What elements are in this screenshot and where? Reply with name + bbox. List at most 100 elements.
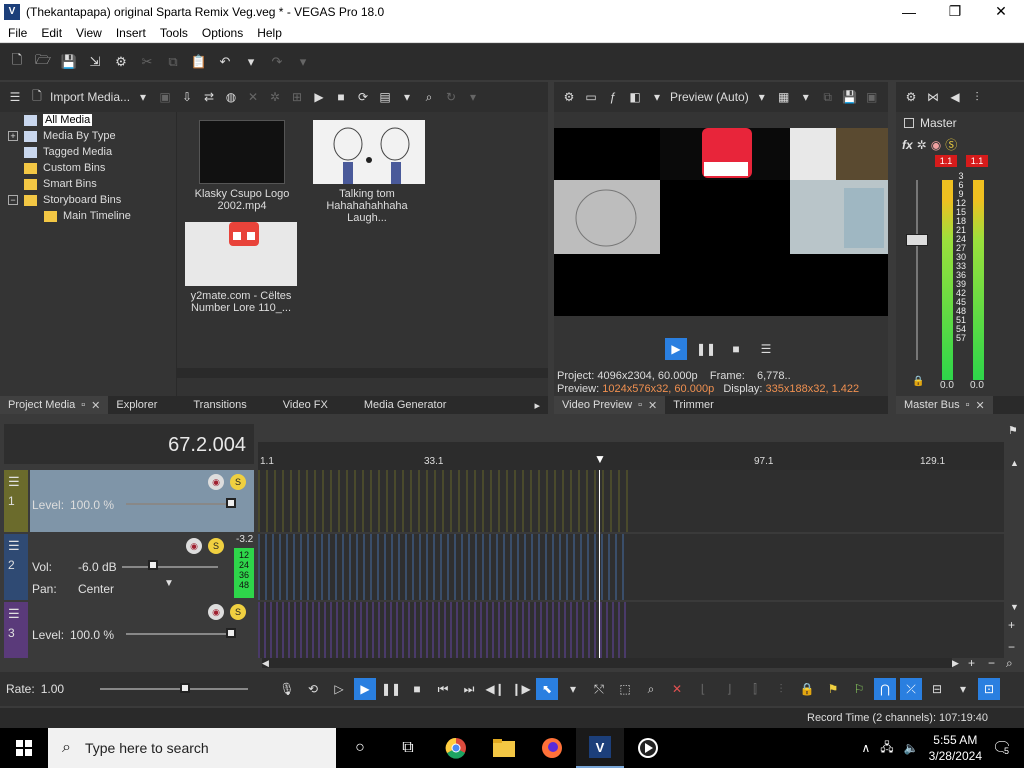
track-1-lane[interactable] <box>258 470 1004 532</box>
tree-item-media-by-type[interactable]: + Media By Type <box>8 128 168 144</box>
undo-icon[interactable]: ↶ <box>214 51 236 73</box>
tab-video-preview[interactable]: Video Preview ▫ ✕ <box>554 396 666 414</box>
media-item[interactable]: y2mate.com - Cëltes Number Lore 110_... <box>185 222 301 314</box>
stop-icon[interactable]: ■ <box>725 338 747 360</box>
playhead-marker-icon[interactable]: ▼ <box>594 452 606 466</box>
undo-dropdown-icon[interactable]: ▾ <box>240 51 262 73</box>
zoom-out-horizontal-icon[interactable]: − <box>988 656 995 670</box>
next-frame-icon[interactable]: ❙▶ <box>510 678 532 700</box>
delete-icon[interactable]: ✕ <box>666 678 688 700</box>
overlays-dropdown-icon[interactable]: ▾ <box>797 88 815 106</box>
taskbar-search-box[interactable]: ⌕ Type here to search <box>48 728 336 768</box>
speaker-icon[interactable]: ◀ <box>946 88 964 106</box>
expand-plus-icon[interactable]: + <box>8 131 18 141</box>
fx-label[interactable]: fx <box>902 138 913 152</box>
scroll-left-icon[interactable]: ◀ <box>262 658 269 669</box>
track-1-clips[interactable] <box>258 470 628 532</box>
lock-envelopes-icon[interactable]: ⊡ <box>978 678 1001 700</box>
preview-quality-select[interactable]: Preview (Auto) <box>670 90 749 104</box>
overlays-grid-icon[interactable]: ▦ <box>775 88 793 106</box>
mute-icon[interactable]: ◉ <box>208 604 224 620</box>
pan-knob-icon[interactable]: ▼ <box>164 578 174 589</box>
split-icon[interactable]: ⫿ <box>744 678 766 700</box>
stop-preview-icon[interactable]: ■ <box>332 88 350 106</box>
track-menu-icon[interactable]: ☰ <box>4 534 28 558</box>
mixer-icon[interactable]: ⋈ <box>924 88 942 106</box>
web-media-icon[interactable]: ◍ <box>222 88 240 106</box>
snapping-icon[interactable]: ⋂ <box>874 678 897 700</box>
cortana-icon[interactable]: ○ <box>336 728 384 768</box>
tab-transitions[interactable]: Transitions <box>185 396 254 414</box>
tab-trimmer[interactable]: Trimmer <box>665 396 722 414</box>
undock-icon[interactable]: ▫ <box>966 399 970 411</box>
start-button[interactable] <box>0 728 48 768</box>
ripple-icon[interactable]: ⫶ <box>770 678 792 700</box>
firefox-icon[interactable] <box>528 728 576 768</box>
volume-slider-knob[interactable] <box>148 560 158 570</box>
play-icon[interactable]: ▶ <box>354 678 377 700</box>
minimize-button[interactable]: — <box>886 0 932 23</box>
tree-item-custom-bins[interactable]: Custom Bins <box>8 160 168 176</box>
play-icon[interactable]: ▶ <box>665 338 687 360</box>
go-to-start-icon[interactable]: ⏮ <box>432 678 454 700</box>
edit-tool-dropdown-icon[interactable]: ▾ <box>562 678 584 700</box>
video-fx-icon[interactable]: ƒ <box>604 88 622 106</box>
mute-icon[interactable]: ◉ <box>931 138 941 152</box>
vegas-taskbar-icon[interactable]: V <box>576 728 624 768</box>
solo-icon[interactable]: S <box>230 604 246 620</box>
maximize-button[interactable]: ❐ <box>932 0 978 23</box>
undock-icon[interactable]: ▫ <box>81 399 85 411</box>
close-tab-icon[interactable]: ✕ <box>976 399 985 412</box>
task-view-icon[interactable]: ⧉ <box>384 728 432 768</box>
clock[interactable]: 5:55 AM 3/28/2024 <box>929 732 982 764</box>
track-3-header[interactable]: ☰ 3 ◉ S Level: 100.0 % <box>4 602 254 658</box>
collapse-minus-icon[interactable]: − <box>8 195 18 205</box>
import-media-button[interactable]: Import Media... <box>50 90 130 104</box>
play-preview-icon[interactable]: ▶ <box>310 88 328 106</box>
import-dropdown-icon[interactable]: ▾ <box>134 88 152 106</box>
preview-menu-icon[interactable]: ☰ <box>755 338 777 360</box>
menu-file[interactable]: File <box>0 26 33 40</box>
level-slider[interactable] <box>126 503 236 505</box>
close-button[interactable]: ✕ <box>978 0 1024 23</box>
volume-icon[interactable]: 🔈 <box>904 741 919 755</box>
media-player-icon[interactable] <box>624 728 672 768</box>
copy-snapshot-icon[interactable]: ⧉ <box>819 88 837 106</box>
render-icon[interactable]: ⇲ <box>84 51 106 73</box>
open-folder-icon[interactable]: 🗁 <box>32 51 54 73</box>
scroll-up-icon[interactable]: ▲ <box>1010 458 1019 468</box>
tree-item-storyboard-bins[interactable]: − Storyboard Bins <box>8 192 168 208</box>
settings-gear-icon[interactable]: ⚙ <box>560 88 578 106</box>
search-icon[interactable]: ⌕ <box>420 88 438 106</box>
close-tab-icon[interactable]: ✕ <box>648 399 657 412</box>
redo-icon[interactable]: ↷ <box>266 51 288 73</box>
track-3-clips[interactable] <box>258 602 628 658</box>
track-3-lane[interactable] <box>258 602 1004 658</box>
split-screen-icon[interactable]: ◧ <box>626 88 644 106</box>
normal-edit-tool-icon[interactable]: ⬉ <box>536 678 559 700</box>
chrome-icon[interactable] <box>432 728 480 768</box>
rate-slider[interactable] <box>100 679 249 699</box>
fx-chain-icon[interactable]: ✲ <box>917 138 927 152</box>
timecode-display[interactable]: 67.2.004 <box>4 424 254 464</box>
video-preview-screen[interactable] <box>554 128 888 316</box>
master-fader-knob[interactable] <box>906 234 928 246</box>
capture-icon[interactable]: ▣ <box>156 88 174 106</box>
insert-region-icon[interactable]: ⚐ <box>848 678 870 700</box>
track-1-header[interactable]: ☰ 1 ◉ S Level: 100.0 % <box>4 470 254 532</box>
track-2-lane[interactable] <box>258 534 1004 600</box>
auto-preview-icon[interactable]: ⟳ <box>354 88 372 106</box>
scroll-down-icon[interactable]: ▼ <box>1010 602 1019 612</box>
peak-left[interactable]: 1.1 <box>935 155 957 167</box>
tab-scroll-right-icon[interactable]: ▸ <box>526 396 548 414</box>
refresh-dropdown-icon[interactable]: ▾ <box>464 88 482 106</box>
mute-icon[interactable]: ◉ <box>186 538 202 554</box>
tab-explorer[interactable]: Explorer <box>108 396 165 414</box>
zoom-out-vertical-icon[interactable]: − <box>1008 640 1015 654</box>
lock-icon[interactable]: 🔒 <box>796 678 818 700</box>
media-fx-icon[interactable]: ✲ <box>266 88 284 106</box>
track-menu-icon[interactable]: ☰ <box>4 602 28 626</box>
marker-flag-icon[interactable]: ⚑ <box>1008 424 1018 437</box>
tab-media-generator[interactable]: Media Generator <box>356 396 455 414</box>
notifications-icon[interactable]: 🗨 5 <box>992 738 1016 758</box>
